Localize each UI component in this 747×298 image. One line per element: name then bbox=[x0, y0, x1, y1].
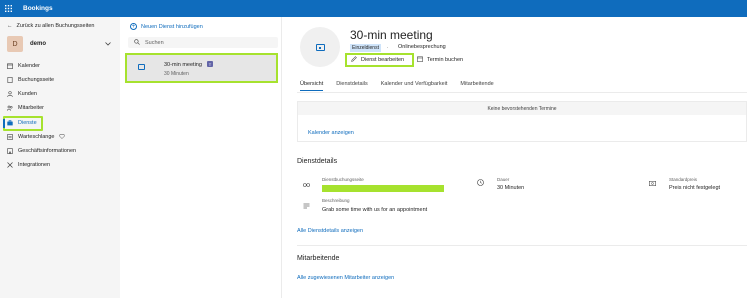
people-icon bbox=[7, 105, 13, 111]
clock-icon bbox=[477, 179, 484, 186]
book-appointment-button[interactable]: Termin buchen bbox=[417, 56, 463, 64]
detail-tabs: Übersicht Dienstdetails Kalender und Ver… bbox=[300, 81, 507, 91]
services-list-pane: + Neuen Dienst hinzufügen Suchen 30-min … bbox=[120, 17, 282, 298]
all-service-details-link[interactable]: Alle Dienstdetails anzeigen bbox=[297, 228, 363, 234]
calendar-icon bbox=[7, 63, 13, 69]
nav-item-label: Warteschlange bbox=[18, 134, 55, 140]
booking-page-label: Dienstbuchungsseite bbox=[322, 177, 364, 182]
meeting-type-label: Onlinebesprechung bbox=[398, 44, 446, 50]
tabs-divider bbox=[297, 92, 747, 93]
app-title: Bookings bbox=[23, 5, 53, 12]
service-detail-pane: 30-min meeting Einzeldienst . Onlinebesp… bbox=[283, 17, 747, 298]
service-details-heading: Dienstdetails bbox=[297, 158, 338, 165]
service-name: 30-min meeting bbox=[164, 62, 202, 68]
left-navigation: ← Zurück zu allen Buchungsseiten D demo … bbox=[0, 17, 120, 298]
service-duration: 30 Minuten bbox=[164, 71, 189, 77]
nav-item-geschaeftsinformationen[interactable]: Geschäftsinformationen bbox=[7, 146, 76, 156]
text-description-icon bbox=[303, 202, 310, 209]
queue-icon bbox=[7, 134, 13, 140]
duration-value: 30 Minuten bbox=[497, 185, 525, 191]
service-icon bbox=[138, 64, 145, 70]
tab-dienstdetails[interactable]: Dienstdetails bbox=[336, 81, 368, 91]
nav-item-integrationen[interactable]: Integrationen bbox=[7, 160, 50, 170]
page-title: 30-min meeting bbox=[350, 28, 433, 42]
search-input[interactable]: Suchen bbox=[128, 37, 278, 48]
price-label: Standardpreis bbox=[669, 177, 698, 182]
account-switcher[interactable]: D demo bbox=[7, 36, 113, 52]
tools-icon bbox=[7, 162, 13, 168]
page-icon bbox=[7, 77, 13, 83]
nav-item-dienste[interactable]: Dienste bbox=[7, 118, 37, 128]
back-to-booking-pages-link[interactable]: ← Zurück zu allen Buchungsseiten bbox=[7, 23, 94, 29]
no-appointments-text: Keine bevorstehenden Termine bbox=[298, 102, 746, 115]
person-icon bbox=[7, 91, 13, 97]
briefcase-icon bbox=[7, 120, 13, 126]
active-nav-indicator bbox=[3, 119, 5, 128]
arrow-left-icon: ← bbox=[7, 23, 13, 29]
app-header: Bookings bbox=[0, 0, 747, 17]
duration-label: Dauer bbox=[497, 177, 510, 182]
building-icon bbox=[7, 148, 13, 154]
nav-item-label: Dienste bbox=[18, 120, 37, 126]
chevron-down-icon bbox=[103, 42, 113, 46]
book-appointment-label: Termin buchen bbox=[427, 57, 464, 63]
back-link-label: Zurück zu allen Buchungsseiten bbox=[16, 23, 95, 29]
add-service-label: Neuen Dienst hinzufügen bbox=[141, 23, 203, 30]
nav-item-kalender[interactable]: Kalender bbox=[7, 61, 40, 71]
add-service-button[interactable]: + Neuen Dienst hinzufügen bbox=[130, 23, 203, 30]
upcoming-appointments-card: Keine bevorstehenden Termine Kalender an… bbox=[297, 101, 747, 142]
edit-service-button[interactable]: Dienst bearbeiten bbox=[345, 53, 414, 67]
nav-item-label: Kunden bbox=[18, 91, 37, 97]
tab-uebersicht[interactable]: Übersicht bbox=[300, 81, 324, 91]
pencil-icon bbox=[351, 56, 357, 64]
teams-icon: T bbox=[207, 61, 213, 67]
booking-page-url-redacted bbox=[322, 185, 444, 192]
edit-service-label: Dienst bearbeiten bbox=[361, 57, 405, 63]
all-assigned-staff-link[interactable]: Alle zugewiesenen Mitarbeiter anzeigen bbox=[297, 275, 394, 281]
separator: . bbox=[387, 44, 389, 50]
search-placeholder: Suchen bbox=[145, 39, 164, 46]
money-icon bbox=[649, 180, 656, 187]
view-calendar-link[interactable]: Kalender anzeigen bbox=[308, 130, 354, 136]
nav-item-label: Geschäftsinformationen bbox=[18, 148, 77, 154]
avatar: D bbox=[7, 36, 23, 52]
app-launcher-icon[interactable] bbox=[0, 0, 17, 17]
tab-mitarbeitende[interactable]: Mitarbeitende bbox=[460, 81, 493, 91]
section-divider bbox=[297, 245, 747, 246]
diamond-icon bbox=[59, 133, 66, 141]
nav-item-mitarbeiter[interactable]: Mitarbeiter bbox=[7, 103, 44, 113]
account-name: demo bbox=[30, 41, 47, 47]
link-icon bbox=[303, 181, 310, 188]
nav-item-warteschlange[interactable]: Warteschlange bbox=[7, 132, 66, 142]
description-value: Grab some time with us for an appointmen… bbox=[322, 207, 428, 213]
price-value: Preis nicht festgelegt bbox=[669, 185, 721, 191]
calendar-add-icon bbox=[417, 56, 423, 64]
nav-item-label: Buchungsseite bbox=[18, 77, 55, 83]
search-icon bbox=[134, 38, 140, 47]
staff-heading: Mitarbeitende bbox=[297, 255, 340, 262]
nav-item-label: Integrationen bbox=[18, 162, 51, 168]
service-type-badge: Einzeldienst bbox=[350, 44, 381, 52]
nav-item-label: Kalender bbox=[18, 63, 41, 69]
nav-item-buchungsseite[interactable]: Buchungsseite bbox=[7, 75, 54, 85]
service-avatar-icon bbox=[300, 27, 340, 67]
service-list-item-selected[interactable]: 30-min meeting T 30 Minuten bbox=[125, 53, 278, 83]
nav-item-label: Mitarbeiter bbox=[18, 105, 44, 111]
tab-kalender-verfuegbarkeit[interactable]: Kalender und Verfügbarkeit bbox=[381, 81, 448, 91]
add-icon: + bbox=[130, 23, 137, 30]
nav-item-kunden[interactable]: Kunden bbox=[7, 89, 37, 99]
description-label: Beschreibung bbox=[322, 198, 350, 203]
